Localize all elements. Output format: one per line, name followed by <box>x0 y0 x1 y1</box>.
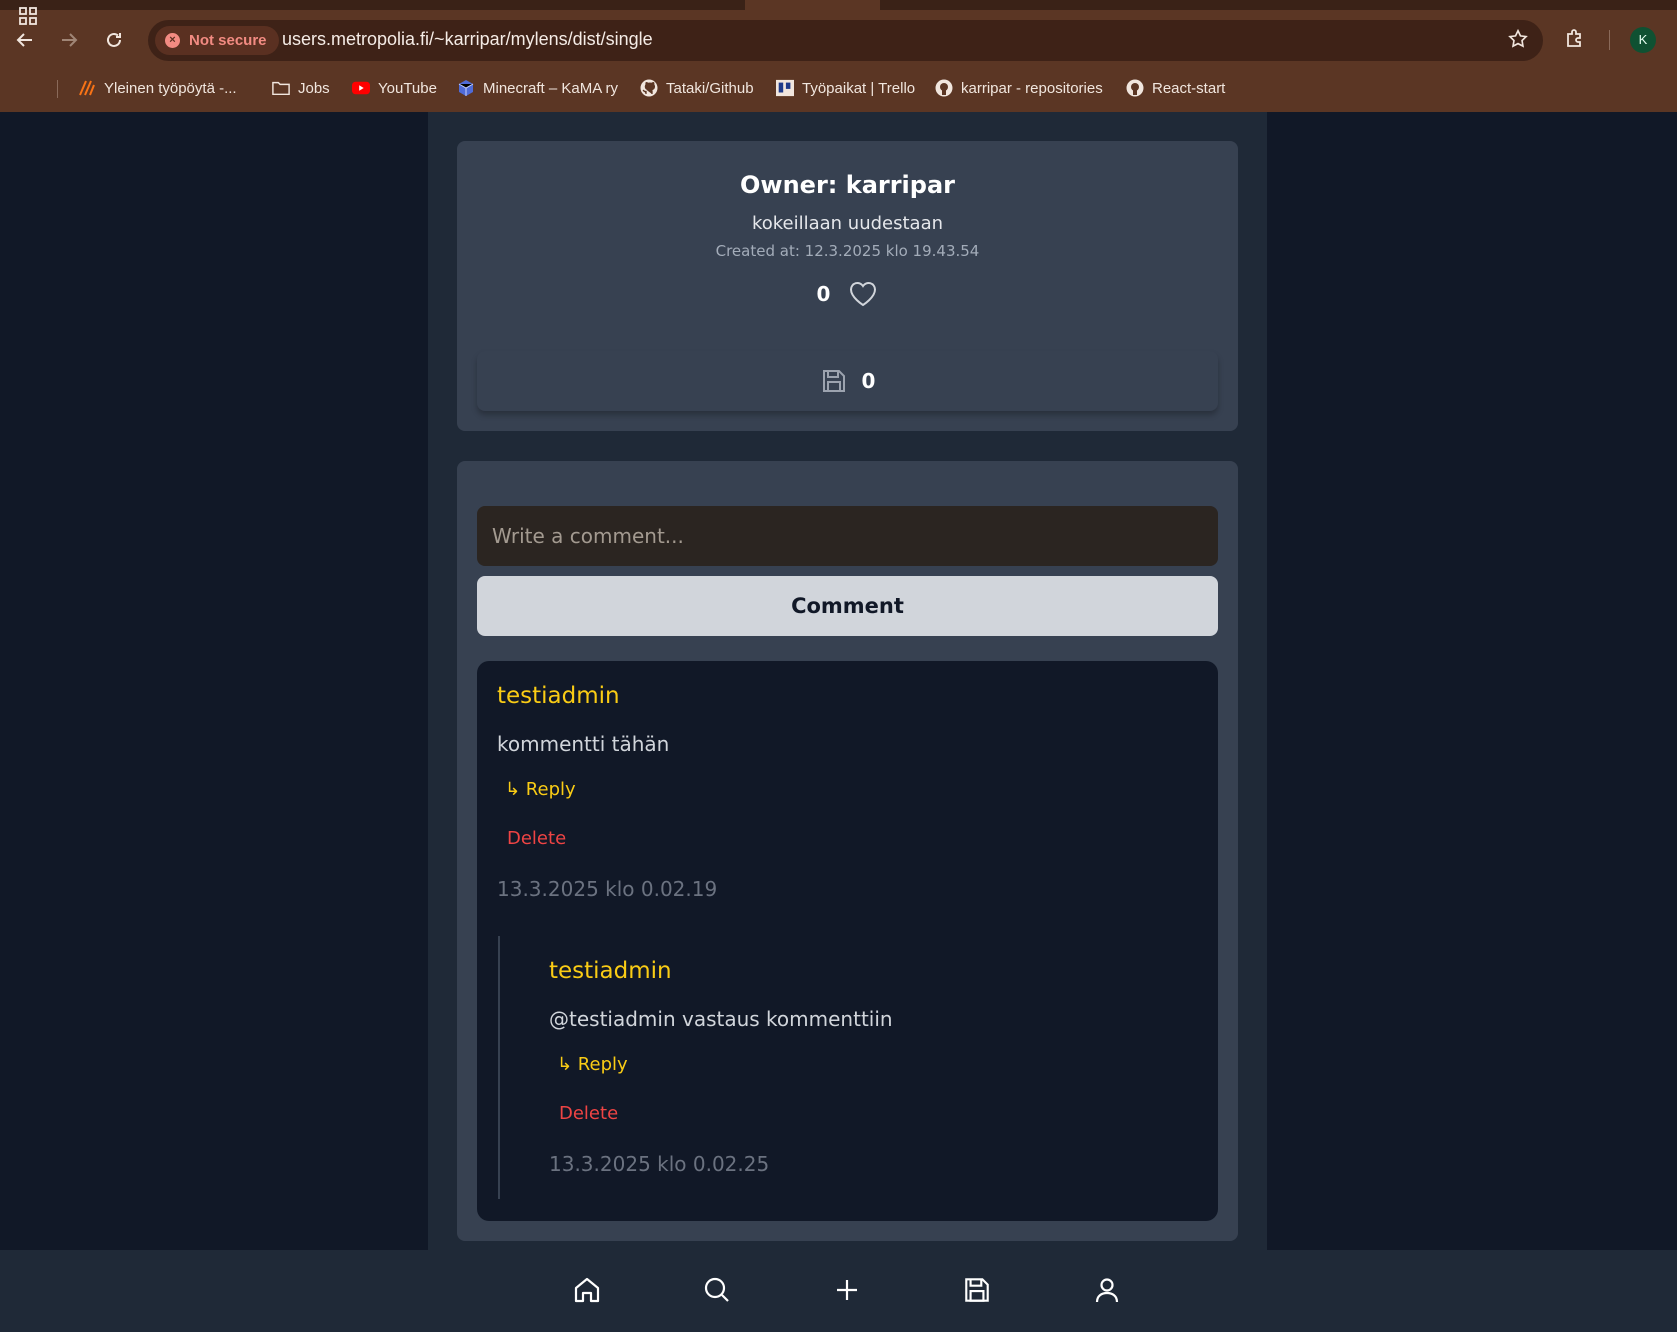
reply-text: @testiadmin vastaus kommenttiin <box>549 1007 893 1031</box>
post-created-at: Created at: 12.3.2025 klo 19.43.54 <box>715 242 980 260</box>
site-icon <box>457 79 475 97</box>
main-column: Owner: karripar kokeillaan uudestaan Cre… <box>428 112 1267 1250</box>
bookmark-label: Minecraft – KaMA ry <box>483 79 619 97</box>
save-icon <box>822 370 845 392</box>
bookmark-label: Tataki/Github <box>666 79 754 97</box>
plus-icon <box>837 1280 857 1300</box>
nav-home[interactable] <box>569 1272 605 1308</box>
comment-text: kommentti tähän <box>497 732 670 756</box>
reply-button[interactable]: ↳ Reply <box>557 1054 628 1075</box>
arrow-right-icon <box>62 33 78 47</box>
active-tab[interactable] <box>745 0 880 10</box>
comments-card: Comment testiadmin kommentti tähän ↳ Rep… <box>457 461 1238 1241</box>
delete-button[interactable]: Delete <box>559 1103 618 1124</box>
nav-search[interactable] <box>699 1272 735 1308</box>
like-count: 0 <box>816 282 831 306</box>
post-card: Owner: karripar kokeillaan uudestaan Cre… <box>457 141 1238 431</box>
bookmark-item[interactable]: Työpaikat | Trello <box>776 76 915 100</box>
bookmarks-bar: Yleinen työpöytä -... Jobs YouTube Minec… <box>0 72 1677 104</box>
bookmark-item[interactable]: Yleinen työpöytä -... <box>78 76 237 100</box>
warning-icon: × <box>165 33 180 48</box>
reply-author[interactable]: testiadmin <box>549 958 672 984</box>
arrow-left-icon <box>16 33 32 47</box>
bookmark-label: Yleinen työpöytä -... <box>104 79 237 97</box>
star-icon <box>1508 28 1528 48</box>
save-button[interactable] <box>820 367 848 395</box>
page-content: Owner: karripar kokeillaan uudestaan Cre… <box>0 112 1677 1332</box>
bookmark-item[interactable]: Tataki/Github <box>640 76 754 100</box>
comment-button[interactable]: Comment <box>477 576 1218 636</box>
like-row: 0 <box>457 280 1238 308</box>
forward-button[interactable] <box>54 25 84 55</box>
bookmark-label: Työpaikat | Trello <box>802 79 916 97</box>
reload-icon <box>107 32 121 47</box>
post-description: kokeillaan uudestaan <box>751 213 944 234</box>
github-icon <box>640 79 658 97</box>
apps-button[interactable] <box>18 4 38 28</box>
grid-icon <box>19 7 37 25</box>
reply-date: 13.3.2025 klo 0.02.25 <box>549 1152 770 1176</box>
comment-author[interactable]: testiadmin <box>497 683 620 709</box>
save-row: 0 <box>477 351 1218 411</box>
bookmark-star-button[interactable] <box>1507 28 1529 54</box>
bookmark-label: YouTube <box>378 79 437 97</box>
github-icon <box>935 79 953 97</box>
bookmark-label: Jobs <box>298 79 330 97</box>
back-button[interactable] <box>10 25 40 55</box>
comment-date: 13.3.2025 klo 0.02.19 <box>497 877 718 901</box>
reply-thread-line <box>498 936 500 1199</box>
reply-button[interactable]: ↳ Reply <box>505 779 576 800</box>
folder-icon <box>272 79 290 97</box>
delete-button[interactable]: Delete <box>507 828 566 849</box>
security-chip[interactable]: × Not secure <box>155 26 279 55</box>
heart-icon <box>850 281 877 307</box>
save-icon <box>965 1278 989 1302</box>
home-icon <box>574 1277 600 1303</box>
url-text[interactable]: users.metropolia.fi/~karripar/mylens/dis… <box>282 29 653 50</box>
bookmark-item[interactable]: React-start <box>1126 76 1225 100</box>
reload-button[interactable] <box>99 25 129 55</box>
toolbar-divider <box>1609 30 1610 50</box>
app-icon <box>78 79 96 97</box>
puzzle-icon <box>1567 29 1581 47</box>
save-count: 0 <box>861 369 876 393</box>
comment-input[interactable] <box>477 506 1218 566</box>
github-icon <box>1126 79 1144 97</box>
bookmark-item[interactable]: karripar - repositories <box>935 76 1103 100</box>
like-button[interactable] <box>848 280 878 308</box>
bookmark-item[interactable]: YouTube <box>352 76 437 100</box>
security-label: Not secure <box>189 32 267 49</box>
bookmark-item[interactable]: Jobs <box>272 76 330 100</box>
bookmark-label: karripar - repositories <box>961 79 1103 97</box>
youtube-icon <box>352 79 370 97</box>
post-owner: Owner: karripar <box>740 171 955 199</box>
user-icon <box>1095 1278 1119 1303</box>
bookmark-item[interactable]: Minecraft – KaMA ry <box>457 76 618 100</box>
search-icon <box>704 1277 729 1302</box>
bookmark-label: React-start <box>1152 79 1226 97</box>
nav-saved[interactable] <box>959 1272 995 1308</box>
nav-profile[interactable] <box>1089 1272 1125 1308</box>
nav-create[interactable] <box>829 1272 865 1308</box>
address-bar[interactable]: × Not secure users.metropolia.fi/~karrip… <box>148 20 1543 61</box>
profile-avatar[interactable]: K <box>1630 27 1656 53</box>
extensions-button[interactable] <box>1563 26 1587 54</box>
bottom-nav <box>0 1250 1677 1332</box>
trello-icon <box>776 79 794 97</box>
comment-thread: testiadmin kommentti tähän ↳ Reply Delet… <box>477 661 1218 1221</box>
